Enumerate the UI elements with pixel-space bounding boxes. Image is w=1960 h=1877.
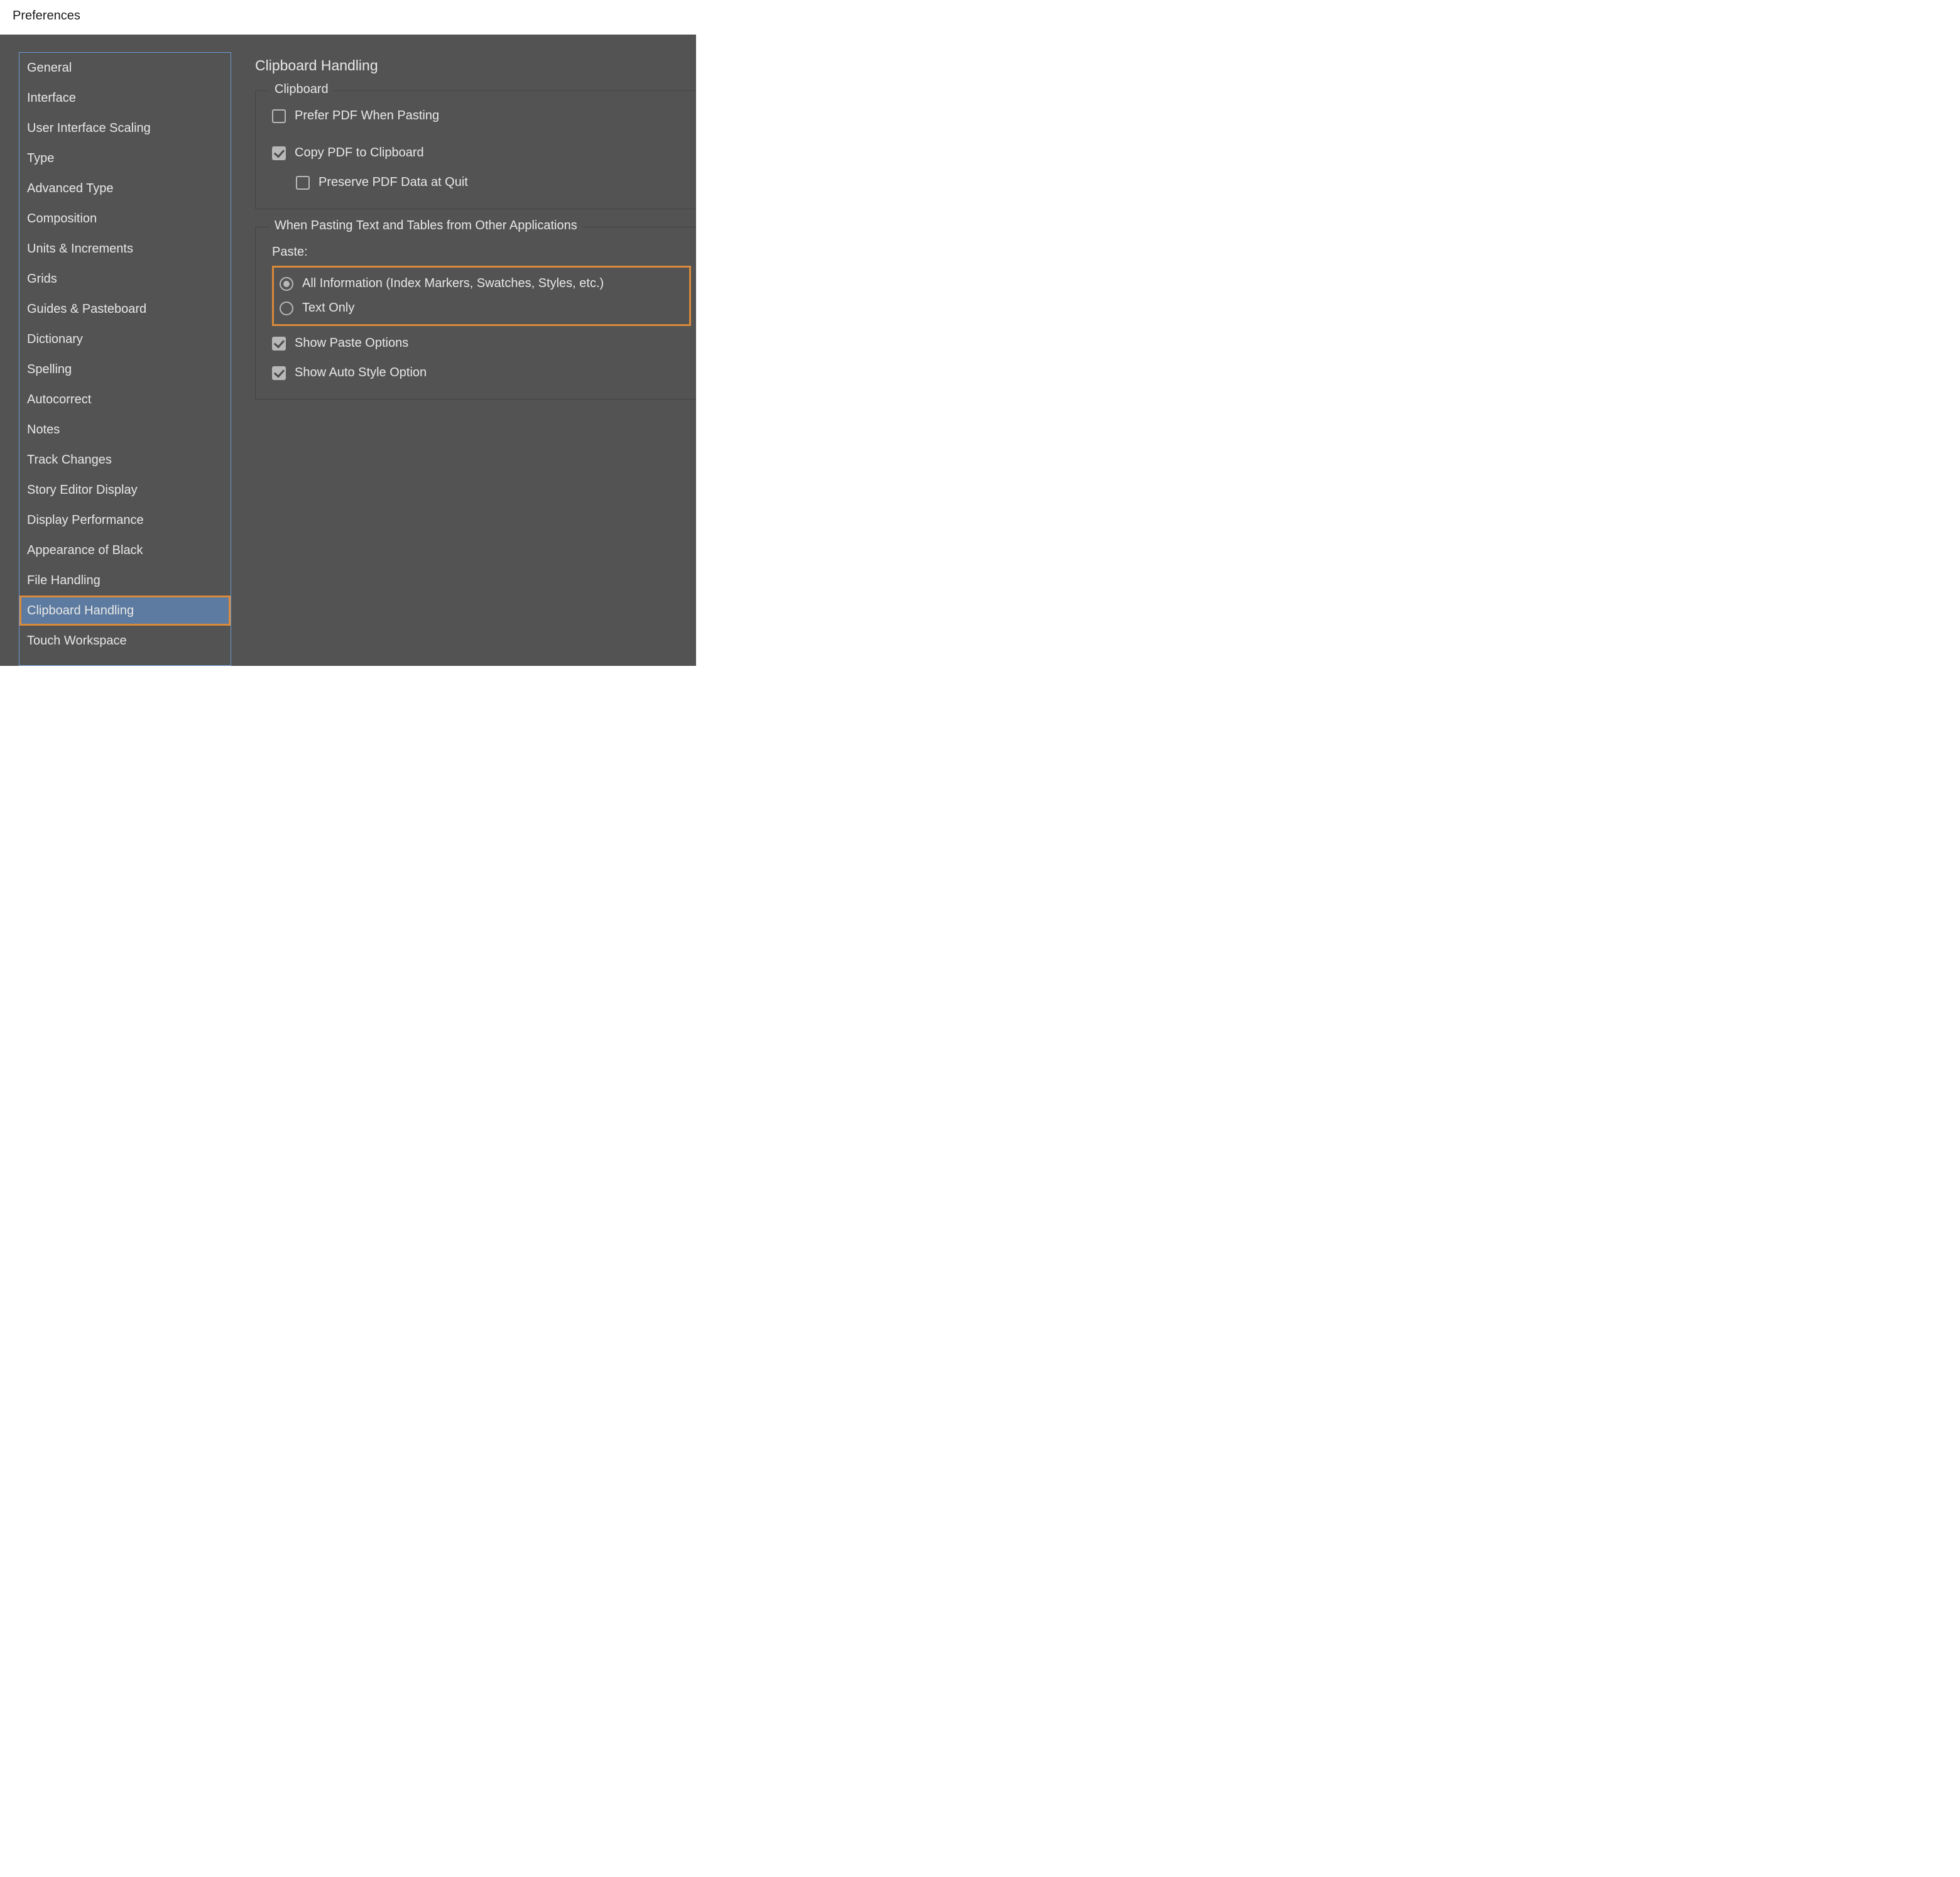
show-auto-style-checkbox[interactable] (272, 366, 286, 380)
copy-pdf-checkbox[interactable] (272, 146, 286, 160)
sidebar-item-spelling[interactable]: Spelling (19, 354, 231, 384)
sidebar-item-general[interactable]: General (19, 53, 231, 83)
preserve-pdf-checkbox[interactable] (296, 176, 310, 190)
show-paste-options-label: Show Paste Options (295, 336, 408, 351)
paste-legend: When Pasting Text and Tables from Other … (270, 219, 582, 233)
sidebar-item-interface[interactable]: Interface (19, 83, 231, 113)
sidebar-item-file-handling[interactable]: File Handling (19, 565, 231, 596)
show-auto-style-label: Show Auto Style Option (295, 366, 427, 380)
prefer-pdf-checkbox[interactable] (272, 109, 286, 123)
sidebar-item-notes[interactable]: Notes (19, 415, 231, 445)
prefer-pdf-label: Prefer PDF When Pasting (295, 109, 439, 123)
preferences-body: General Interface User Interface Scaling… (0, 35, 696, 666)
clipboard-legend: Clipboard (270, 82, 334, 97)
show-auto-style-row[interactable]: Show Auto Style Option (272, 362, 691, 385)
text-only-radio[interactable] (280, 302, 293, 315)
paste-label: Paste: (272, 241, 691, 266)
sidebar-item-ui-scaling[interactable]: User Interface Scaling (19, 113, 231, 143)
sidebar-item-grids[interactable]: Grids (19, 264, 231, 294)
sidebar-item-touch-workspace[interactable]: Touch Workspace (19, 626, 231, 656)
preserve-pdf-label: Preserve PDF Data at Quit (318, 175, 468, 190)
sidebar-item-guides-pasteboard[interactable]: Guides & Pasteboard (19, 294, 231, 324)
sidebar-item-dictionary[interactable]: Dictionary (19, 324, 231, 354)
sidebar: General Interface User Interface Scaling… (19, 52, 231, 666)
paste-radio-highlight: All Information (Index Markers, Swatches… (272, 266, 691, 326)
show-paste-options-checkbox[interactable] (272, 337, 286, 351)
sidebar-item-clipboard-handling[interactable]: Clipboard Handling (19, 596, 231, 626)
text-only-label: Text Only (302, 301, 354, 315)
sidebar-item-autocorrect[interactable]: Autocorrect (19, 384, 231, 415)
sidebar-item-advanced-type[interactable]: Advanced Type (19, 173, 231, 204)
all-info-radio[interactable] (280, 277, 293, 291)
sidebar-item-units-increments[interactable]: Units & Increments (19, 234, 231, 264)
copy-pdf-row[interactable]: Copy PDF to Clipboard (272, 142, 691, 165)
show-paste-options-row[interactable]: Show Paste Options (272, 332, 691, 356)
all-info-row[interactable]: All Information (Index Markers, Swatches… (278, 271, 685, 296)
text-only-row[interactable]: Text Only (278, 296, 685, 320)
paste-group: When Pasting Text and Tables from Other … (255, 227, 696, 400)
window-title: Preferences (0, 0, 696, 35)
sidebar-item-type[interactable]: Type (19, 143, 231, 173)
content-panel: Clipboard Handling Clipboard Prefer PDF … (231, 52, 696, 666)
sidebar-item-display-performance[interactable]: Display Performance (19, 505, 231, 535)
prefer-pdf-row[interactable]: Prefer PDF When Pasting (272, 105, 691, 128)
copy-pdf-label: Copy PDF to Clipboard (295, 146, 424, 160)
all-info-label: All Information (Index Markers, Swatches… (302, 276, 604, 291)
sidebar-item-composition[interactable]: Composition (19, 204, 231, 234)
preserve-pdf-row[interactable]: Preserve PDF Data at Quit (296, 171, 691, 195)
sidebar-item-story-editor-display[interactable]: Story Editor Display (19, 475, 231, 505)
sidebar-item-appearance-of-black[interactable]: Appearance of Black (19, 535, 231, 565)
clipboard-group: Clipboard Prefer PDF When Pasting Copy P… (255, 90, 696, 209)
sidebar-item-track-changes[interactable]: Track Changes (19, 445, 231, 475)
